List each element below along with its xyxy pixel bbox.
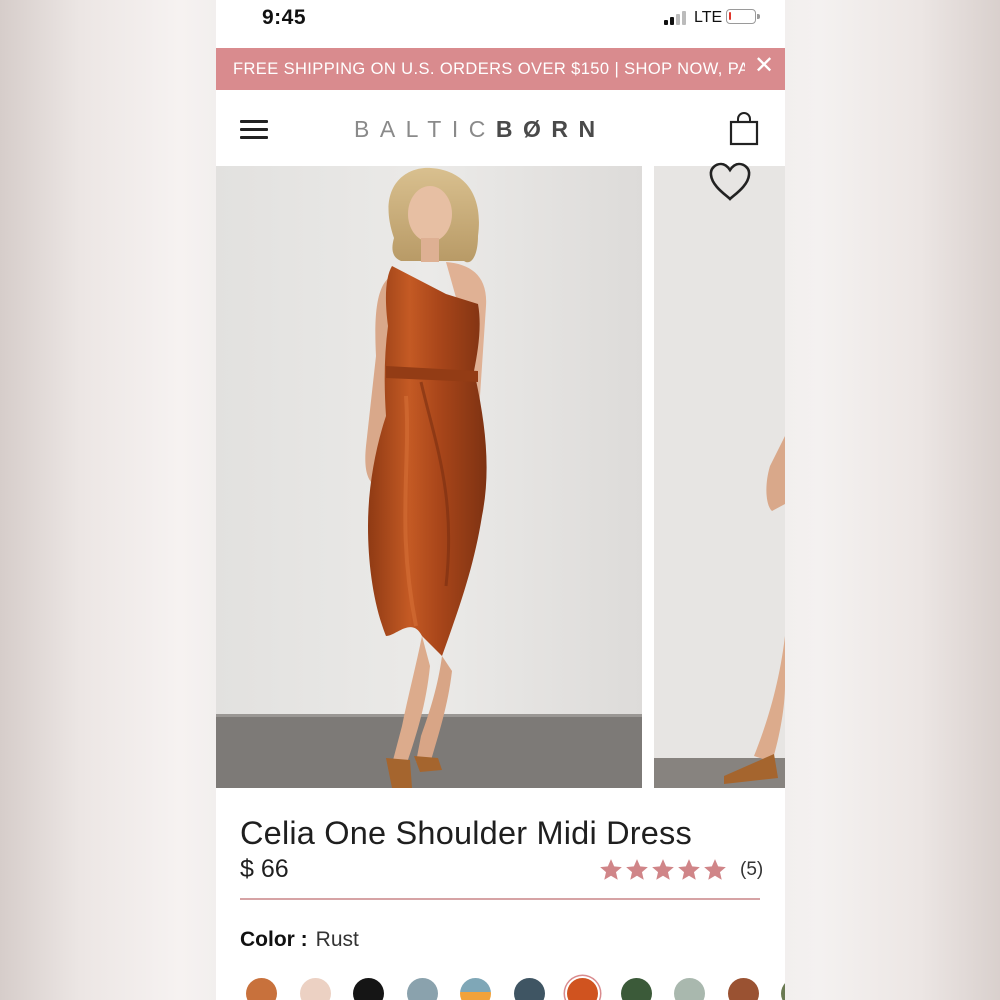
hamburger-menu-icon[interactable]: [240, 120, 268, 139]
star-icon: [600, 859, 622, 880]
product-price: $ 66: [240, 855, 289, 883]
site-header: BALTICBØRN: [216, 90, 785, 166]
color-swatch[interactable]: [781, 978, 785, 1000]
star-icon: [652, 859, 674, 880]
color-swatches: [246, 978, 785, 1000]
logo-part-2: BØRN: [495, 116, 606, 142]
brand-logo[interactable]: BALTICBØRN: [354, 116, 606, 143]
color-swatch[interactable]: [406, 978, 438, 1000]
star-icon: [704, 859, 726, 880]
product-gallery[interactable]: [216, 162, 785, 788]
color-swatch[interactable]: [513, 978, 545, 1000]
color-swatch[interactable]: [674, 978, 705, 1000]
color-swatch[interactable]: [246, 978, 277, 1000]
promo-text[interactable]: FREE SHIPPING ON U.S. ORDERS OVER $150 |…: [233, 60, 745, 79]
network-type: LTE: [694, 9, 723, 26]
promo-banner[interactable]: FREE SHIPPING ON U.S. ORDERS OVER $150 |…: [216, 48, 785, 90]
status-bar: 9:45 LTE: [216, 0, 785, 48]
color-swatch[interactable]: [567, 978, 598, 1000]
product-photo-next[interactable]: [654, 166, 785, 788]
phone-screen: 9:45 LTE FREE SHIPPING ON U.S. ORDERS OV…: [216, 0, 785, 1000]
color-swatch[interactable]: [620, 978, 652, 1000]
logo-part-1: BALTIC: [354, 116, 496, 142]
star-icon: [678, 859, 700, 880]
star-icon: [626, 859, 648, 880]
product-rating[interactable]: (5): [598, 856, 763, 884]
review-count[interactable]: (5): [740, 859, 763, 881]
product-photo-main[interactable]: [216, 166, 642, 788]
color-selector-label: Color : Rust: [240, 928, 359, 952]
divider: [240, 898, 760, 900]
product-title: Celia One Shoulder Midi Dress: [240, 815, 692, 851]
status-time: 9:45: [262, 6, 307, 29]
selected-color: Rust: [315, 928, 359, 951]
color-swatch[interactable]: [299, 978, 331, 1000]
shopping-bag-icon[interactable]: [729, 112, 759, 146]
color-swatch[interactable]: [460, 978, 491, 1000]
signal-icon: [664, 11, 690, 25]
battery-icon: [726, 9, 760, 24]
color-swatch[interactable]: [727, 978, 759, 1000]
color-label: Color :: [240, 928, 308, 951]
close-icon[interactable]: ✕: [754, 54, 774, 78]
color-swatch[interactable]: [353, 978, 384, 1000]
heart-icon[interactable]: [708, 162, 752, 202]
